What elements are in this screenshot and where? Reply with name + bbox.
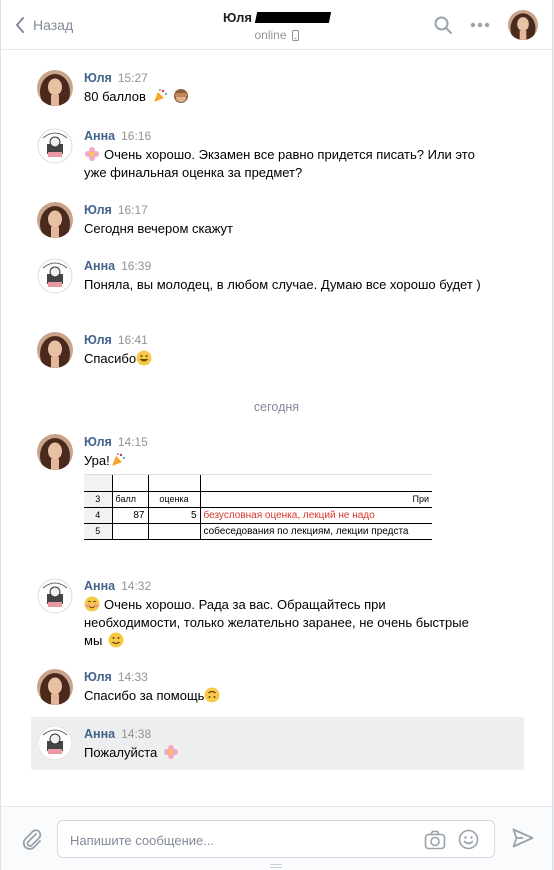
paperclip-icon[interactable] [21, 828, 43, 850]
spreadsheet-cell: собеседования по лекциям, лекции предста [199, 522, 432, 540]
more-icon[interactable] [470, 22, 490, 28]
spreadsheet-cell: 87 [111, 506, 149, 524]
spreadsheet-cell: При [199, 490, 432, 508]
upside-down-face-icon [204, 687, 220, 703]
message-item: Юля 16:17 Сегодня вечером скажут [31, 202, 524, 242]
message-time: 16:41 [117, 333, 148, 347]
avatar[interactable] [508, 10, 538, 40]
message-time: 16:16 [121, 129, 152, 143]
message-author[interactable]: Юля [84, 71, 112, 85]
message-author[interactable]: Юля [84, 203, 112, 217]
smiling-face-icon [84, 596, 100, 612]
see-no-evil-monkey-icon [174, 89, 189, 103]
camera-icon[interactable] [424, 830, 446, 850]
message-author[interactable]: Анна [84, 579, 115, 593]
spreadsheet-cell: 5 [147, 506, 201, 524]
avatar[interactable] [37, 128, 73, 164]
message-item: Юля 16:41 Спасибо [31, 332, 524, 372]
avatar[interactable] [37, 669, 73, 705]
message-time: 16:39 [121, 259, 152, 273]
slightly-smiling-face-icon [108, 632, 124, 648]
message-time: 14:15 [117, 435, 148, 449]
chat-header: Назад Юля online [1, 0, 552, 50]
search-icon[interactable] [434, 16, 452, 34]
message-item: Юля 14:15 Ура! 3 балл оценка При 4 87 5 … [31, 434, 524, 554]
message-item: Анна 16:16 Очень хорошо. Экзамен все равн… [31, 128, 524, 186]
spreadsheet-cell: 4 [84, 506, 113, 524]
message-item-highlighted: Анна 14:38 Пожалуйста [31, 717, 524, 770]
message-list: Юля 15:27 80 баллов Анна 16:16 Очень хорош… [1, 51, 552, 806]
spreadsheet-cell [147, 522, 201, 540]
spreadsheet-cell [199, 475, 432, 492]
message-item: Юля 14:33 Спасибо за помощь [31, 669, 524, 709]
spreadsheet-cell [111, 522, 149, 540]
message-text: Очень хорошо. Экзамен все равно придется… [84, 147, 475, 180]
party-popper-icon [111, 453, 125, 466]
redaction-bar [254, 12, 332, 23]
spreadsheet-cell: 3 [84, 490, 113, 508]
flower-icon [85, 147, 99, 161]
message-text: Спасибо [84, 351, 137, 366]
avatar[interactable] [37, 578, 73, 614]
message-item: Анна 14:32 Очень хорошо. Рада за вас. Обр… [31, 578, 524, 654]
avatar[interactable] [37, 434, 73, 470]
online-status: online [254, 28, 287, 42]
grinning-face-icon [136, 350, 152, 366]
mobile-phone-icon [291, 29, 299, 41]
avatar[interactable] [37, 202, 73, 238]
avatar[interactable] [37, 70, 73, 106]
resize-handle[interactable] [270, 864, 282, 868]
message-text: Поняла, вы молодец, в любом случае. Дума… [84, 277, 481, 292]
flower-icon [163, 745, 178, 759]
chat-window: Назад Юля online Юля 15:27 80 баллов Анн… [0, 0, 553, 870]
spreadsheet-cell: балл [111, 490, 149, 508]
spreadsheet-cell [111, 475, 149, 492]
spreadsheet-cell: 5 [84, 522, 113, 540]
message-item: Анна 16:39 Поняла, вы молодец, в любом сл… [31, 258, 524, 316]
page-title: Юля [223, 10, 252, 25]
message-author[interactable]: Юля [84, 333, 112, 347]
message-text: 80 баллов [84, 89, 146, 104]
date-divider: сегодня [253, 400, 300, 414]
party-popper-icon [153, 89, 167, 102]
message-composer [1, 806, 552, 870]
image-attachment[interactable]: 3 балл оценка При 4 87 5 безусловная оце… [84, 474, 432, 550]
message-time: 16:17 [117, 203, 148, 217]
message-text: Очень хорошо. Рада за вас. Обращайтесь п… [84, 597, 469, 648]
send-icon[interactable] [512, 828, 534, 848]
spreadsheet-cell [84, 475, 113, 492]
avatar[interactable] [37, 332, 73, 368]
message-text: Ура! [84, 453, 110, 468]
spreadsheet-cell [147, 475, 201, 492]
message-input-box[interactable] [57, 820, 495, 858]
message-text: Пожалуйста [84, 745, 158, 760]
message-time: 14:38 [121, 727, 152, 741]
avatar[interactable] [37, 258, 73, 294]
message-author[interactable]: Анна [84, 727, 115, 741]
message-time: 14:32 [121, 579, 152, 593]
message-time: 14:33 [117, 670, 148, 684]
message-author[interactable]: Анна [84, 259, 115, 273]
message-item: Юля 15:27 80 баллов [31, 70, 524, 110]
message-text: Сегодня вечером скажут [84, 221, 234, 236]
message-input[interactable] [70, 830, 410, 850]
message-text: Спасибо за помощь [84, 688, 205, 703]
emoji-icon[interactable] [458, 829, 479, 850]
message-author[interactable]: Юля [84, 435, 112, 449]
spreadsheet-cell: безусловная оценка, лекций не надо [199, 506, 432, 524]
message-author[interactable]: Юля [84, 670, 112, 684]
message-author[interactable]: Анна [84, 129, 115, 143]
avatar[interactable] [37, 725, 73, 761]
spreadsheet-cell: оценка [147, 490, 201, 508]
message-time: 15:27 [117, 71, 148, 85]
